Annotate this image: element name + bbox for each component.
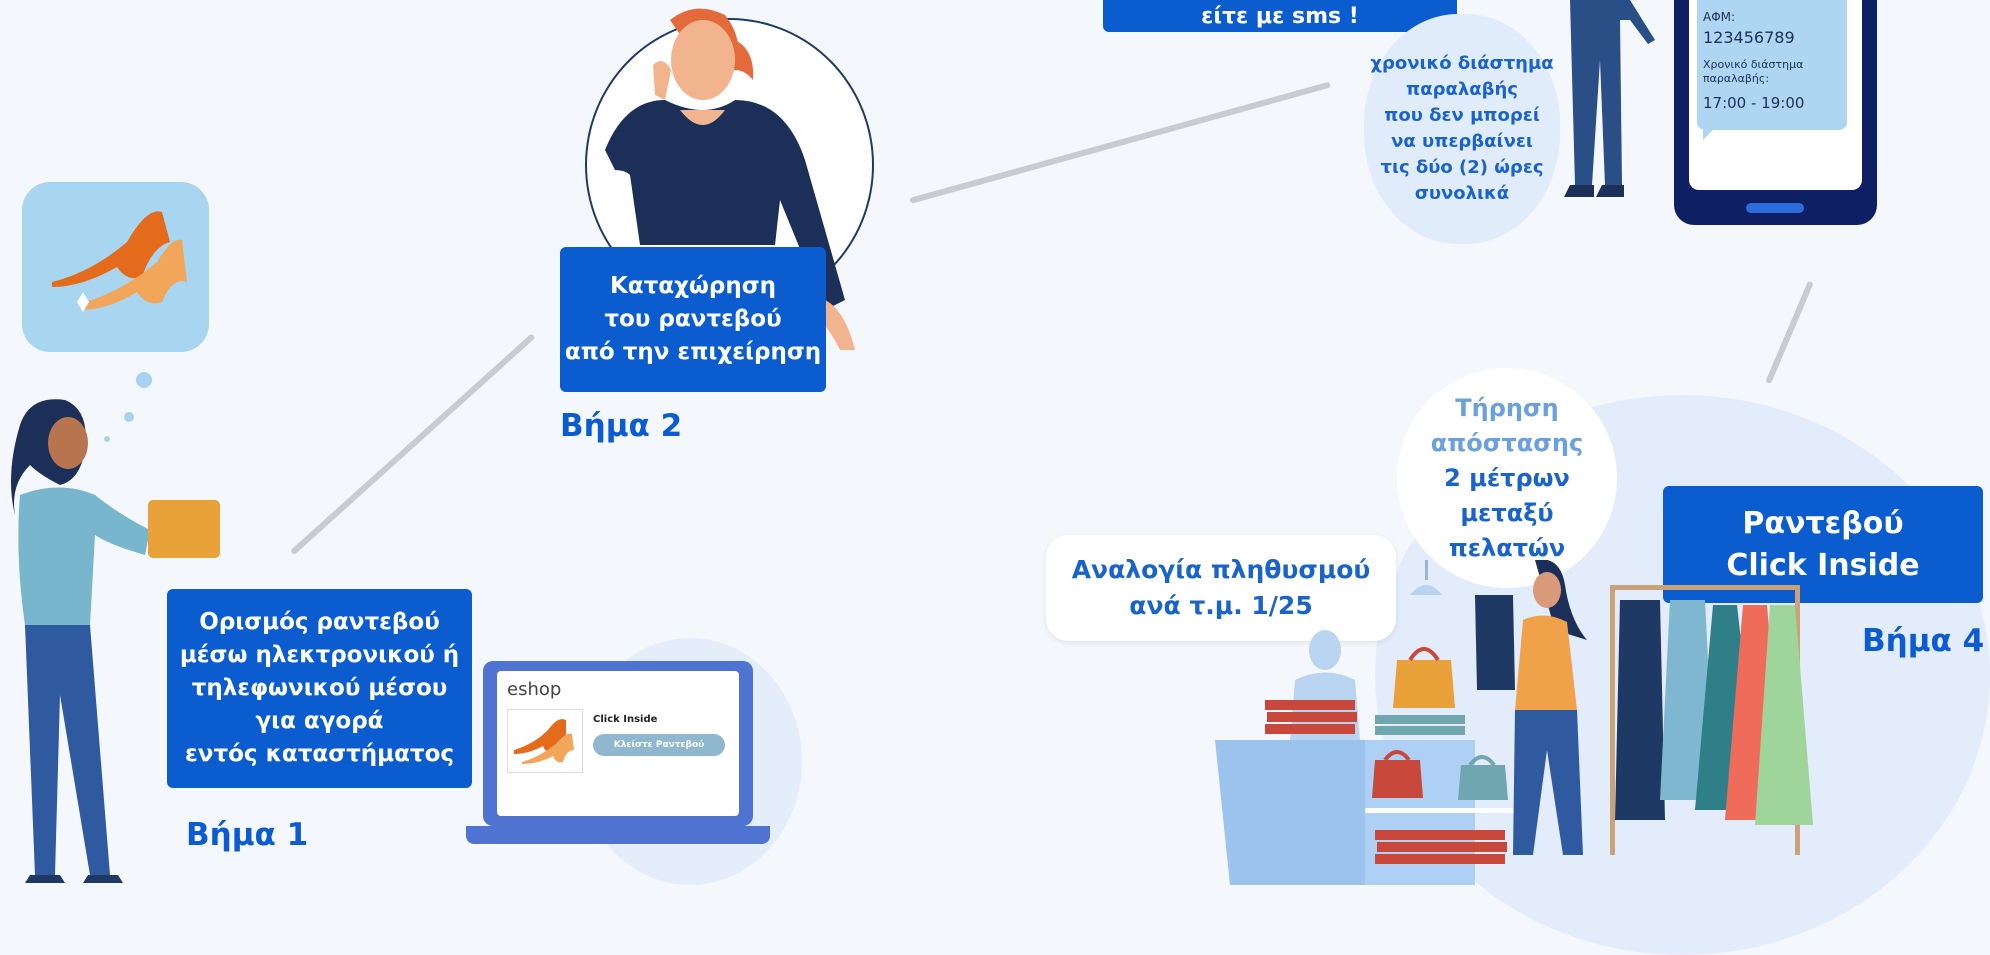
step2-label: Βήμα 2 [560, 408, 683, 444]
step2-box: Καταχώρηση του ραντεβού από την επιχείρη… [560, 247, 826, 392]
step3-top-box: είτε με sms ! [1103, 0, 1457, 32]
step1-box-text: Ορισμός ραντεβού μέσω ηλεκτρονικού ή τηλ… [179, 609, 460, 767]
product-thumbnail [507, 709, 583, 773]
store-scene-illustration [1215, 559, 1840, 885]
laptop-base [466, 826, 770, 844]
distance-bubble: Τήρηση απόστασης 2 μέτρων μεταξύ πελατών [1397, 368, 1617, 588]
smartphone-screen: ΑΦΜ: 123456789 Χρονικό διάστημα παραλαβή… [1689, 0, 1862, 190]
interval-label: Χρονικό διάστημα παραλαβής: [1703, 58, 1804, 85]
thought-bubble-dot-large [136, 372, 152, 388]
step3-top-box-text: είτε με sms ! [1201, 3, 1359, 29]
connector-line-1 [289, 333, 536, 556]
eshop-title: eshop [507, 679, 562, 700]
sms-tail [1703, 130, 1713, 140]
laptop-screen: eshop Click Inside Κλείστε Ραντεβού [497, 671, 739, 816]
laptop: eshop Click Inside Κλείστε Ραντεβού [466, 661, 770, 844]
sms-message: ΑΦΜ: 123456789 Χρονικό διάστημα παραλαβή… [1697, 0, 1847, 130]
man-standing-illustration [1560, 0, 1680, 210]
interval-value: 17:00 - 19:00 [1703, 94, 1805, 112]
connector-line-3 [1765, 280, 1814, 385]
book-appointment-button[interactable]: Κλείστε Ραντεβού [593, 734, 725, 756]
shoe-app-icon [22, 182, 209, 352]
phone-home-button [1746, 203, 1804, 213]
pickup-interval-text: χρονικό διάστημα παραλαβής που δεν μπορε… [1370, 53, 1554, 204]
afm-value: 123456789 [1703, 28, 1795, 47]
step1-box: Ορισμός ραντεβού μέσω ηλεκτρονικού ή τηλ… [167, 589, 472, 788]
step2-box-text: Καταχώρηση του ραντεβού από την επιχείρη… [564, 273, 822, 365]
step1-label: Βήμα 1 [186, 817, 309, 853]
connector-line-2 [909, 81, 1331, 204]
product-label: Click Inside [593, 714, 658, 725]
step4-label: Βήμα 4 [1862, 623, 1985, 659]
distance-line2: 2 μέτρων μεταξύ πελατών [1444, 463, 1570, 562]
pickup-interval-bubble: χρονικό διάστημα παραλαβής που δεν μπορε… [1364, 14, 1560, 244]
afm-label: ΑΦΜ: [1703, 10, 1736, 24]
smartphone: ΑΦΜ: 123456789 Χρονικό διάστημα παραλαβή… [1674, 0, 1877, 225]
distance-line1: Τήρηση απόστασης [1430, 393, 1584, 457]
